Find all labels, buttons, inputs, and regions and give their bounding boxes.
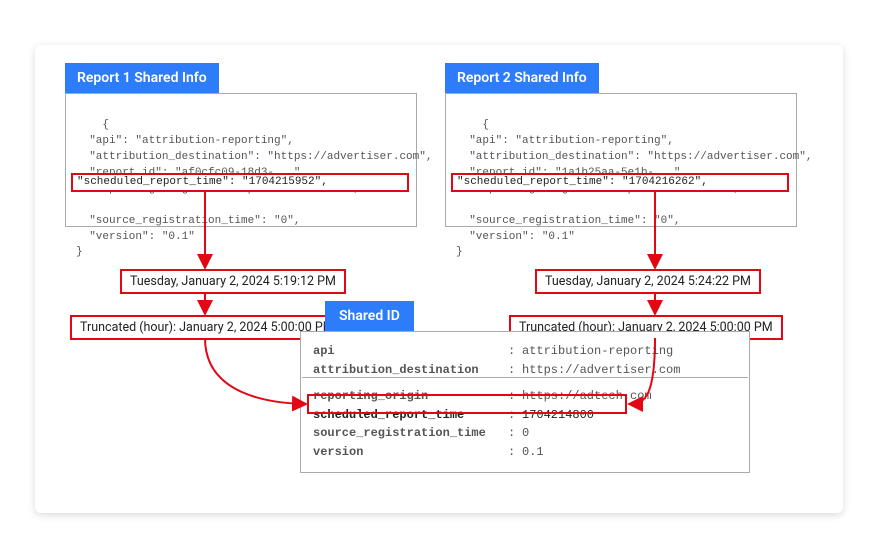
shared-val: attribution-reporting (522, 342, 737, 361)
colon: : (508, 342, 522, 361)
report1-header: Report 1 Shared Info (65, 63, 219, 93)
shared-id-header: Shared ID (325, 301, 414, 331)
shared-key: source_registration_time (313, 424, 508, 443)
shared-row-api: api:attribution-reporting (313, 342, 737, 361)
shared-key: version (313, 443, 508, 462)
shared-scheduled-time-highlight (307, 394, 627, 414)
report2-header: Report 2 Shared Info (445, 63, 599, 93)
diagram-canvas: Report 1 Shared Info { "api": "attributi… (35, 45, 843, 513)
report1-json-post: "source_registration_time": "0", "versio… (76, 215, 300, 259)
shared-val: 0 (522, 424, 737, 443)
report2-json-post: "source_registration_time": "0", "versio… (456, 215, 680, 259)
shared-key: api (313, 342, 508, 361)
colon: : (508, 443, 522, 462)
report1-json-box: { "api": "attribution-reporting", "attri… (65, 93, 417, 227)
report2-datetime: Tuesday, January 2, 2024 5:24:22 PM (535, 269, 761, 294)
report1-scheduled-time-highlight: "scheduled_report_time": "1704215952", (71, 173, 409, 192)
report1-datetime: Tuesday, January 2, 2024 5:19:12 PM (120, 269, 346, 294)
shared-val: 0.1 (522, 443, 737, 462)
colon: : (508, 424, 522, 443)
shared-row-source_registration_time: source_registration_time:0 (313, 424, 737, 443)
shared-row-version: version:0.1 (313, 443, 737, 462)
report2-json-box: { "api": "attribution-reporting", "attri… (445, 93, 797, 227)
report2-scheduled-time-highlight: "scheduled_report_time": "1704216262", (451, 173, 789, 192)
shared-divider (302, 377, 748, 378)
